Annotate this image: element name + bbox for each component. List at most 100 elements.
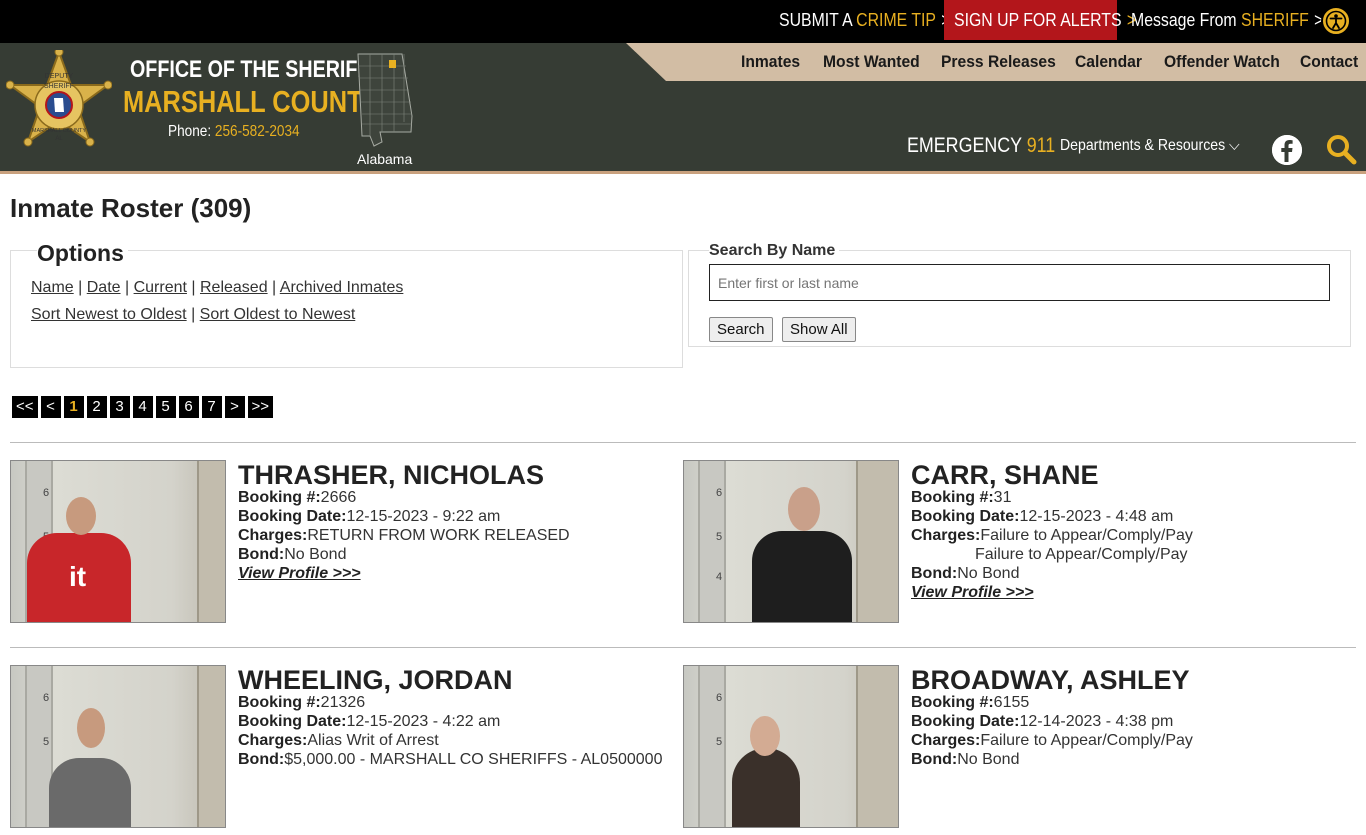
message-sheriff-link[interactable]: Message From SHERIFF >: [1131, 0, 1323, 40]
charges-continued: Failure to Appear/Comply/Pay: [975, 546, 1188, 563]
search-icon[interactable]: [1325, 133, 1357, 165]
ruler-mark: 6: [43, 692, 50, 704]
option-current[interactable]: Current: [134, 279, 187, 296]
inmate-photo[interactable]: 6 5: [683, 665, 899, 828]
separator: |: [267, 279, 280, 296]
inmate-card: 6 5 it THRASHER, NICHOLAS Booking #:2666…: [10, 460, 670, 630]
option-archived-inmates[interactable]: Archived Inmates: [280, 279, 404, 296]
page-link[interactable]: <<: [12, 396, 38, 418]
svg-text:DEPUTY: DEPUTY: [45, 73, 74, 80]
sign-up-alerts-link[interactable]: SIGN UP FOR ALERTS >: [954, 0, 1136, 40]
page-link[interactable]: 1: [63, 396, 84, 418]
header-phone[interactable]: Phone: 256-582-2034: [168, 123, 300, 141]
inmate-name: WHEELING, JORDAN: [238, 665, 513, 695]
nav-calendar[interactable]: Calendar: [1075, 52, 1142, 72]
inmate-card: 6 5 4 CARR, SHANE Booking #:31 Booking D…: [683, 460, 1343, 630]
inmate-card: 6 5 WHEELING, JORDAN Booking #:21326 Boo…: [10, 665, 670, 835]
departments-dropdown[interactable]: Departments & Resources ⌵: [1060, 137, 1240, 155]
nav-contact[interactable]: Contact: [1300, 52, 1358, 72]
header-divider: [0, 171, 1366, 174]
bond: Bond:No Bond: [911, 751, 1020, 768]
chevron-down-icon: ⌵: [1229, 137, 1240, 154]
divider: [10, 442, 1356, 443]
option-name[interactable]: Name: [31, 279, 74, 296]
emergency-911[interactable]: EMERGENCY 911: [907, 134, 1055, 158]
page-link[interactable]: 2: [86, 396, 107, 418]
ruler-mark: 4: [716, 571, 723, 583]
booking-date: Booking Date:12-15-2023 - 9:22 am: [238, 508, 501, 525]
ruler-mark: 6: [716, 487, 723, 499]
svg-text:SHERIFF: SHERIFF: [44, 83, 74, 90]
svg-text:AL: AL: [55, 136, 63, 142]
departments-label: Departments & Resources: [1060, 137, 1226, 154]
separator: |: [186, 306, 200, 323]
alabama-map-icon: [354, 52, 416, 150]
booking-date: Booking Date:12-15-2023 - 4:48 am: [911, 508, 1174, 525]
show-all-button[interactable]: Show All: [782, 317, 856, 342]
divider: [10, 647, 1356, 648]
search-legend: Search By Name: [709, 242, 840, 260]
inmate-name: BROADWAY, ASHLEY: [911, 665, 1190, 695]
inmate-name: CARR, SHANE: [911, 460, 1099, 490]
page-link[interactable]: 7: [201, 396, 222, 418]
facebook-icon[interactable]: [1272, 135, 1302, 165]
pagination: << <1 2 3 4 5 6 7 > >>: [12, 396, 274, 418]
accessibility-icon[interactable]: [1321, 6, 1351, 36]
booking-number: Booking #:2666: [238, 489, 357, 506]
nav-offender-watch[interactable]: Offender Watch: [1164, 52, 1280, 72]
state-label: Alabama: [357, 151, 413, 167]
bond: Bond:No Bond: [911, 565, 1020, 582]
phone-label: Phone:: [168, 123, 215, 140]
separator: |: [186, 279, 200, 296]
alerts-text: SIGN UP FOR ALERTS: [954, 10, 1122, 30]
charges: Charges:Alias Writ of Arrest: [238, 732, 439, 749]
options-legend: Options: [37, 240, 128, 267]
inmate-name: THRASHER, NICHOLAS: [238, 460, 545, 490]
inmate-photo[interactable]: 6 5 it: [10, 460, 226, 623]
message-highlight: SHERIFF: [1241, 10, 1309, 30]
inmate-photo[interactable]: 6 5 4: [683, 460, 899, 623]
option-released[interactable]: Released: [200, 279, 268, 296]
charges: Charges:RETURN FROM WORK RELEASED: [238, 527, 570, 544]
page-link[interactable]: 5: [155, 396, 176, 418]
crime-tip-highlight: CRIME TIP: [856, 10, 936, 30]
search-input[interactable]: [709, 264, 1330, 301]
separator: |: [120, 279, 134, 296]
sort-options-line: Name | Date | Current | Released | Archi…: [31, 279, 403, 297]
sheriff-badge-logo[interactable]: DEPUTY SHERIFF MARSHALL COUNTY AL: [5, 47, 113, 164]
ruler-mark: 6: [716, 692, 723, 704]
nav-most-wanted[interactable]: Most Wanted: [823, 52, 920, 72]
page-link[interactable]: >>: [247, 396, 274, 418]
booking-number: Booking #:21326: [238, 694, 366, 711]
booking-date: Booking Date:12-14-2023 - 4:38 pm: [911, 713, 1174, 730]
ruler-mark: 5: [716, 736, 723, 748]
ruler-mark: 6: [43, 487, 50, 499]
page-link[interactable]: 4: [132, 396, 153, 418]
inmate-photo[interactable]: 6 5: [10, 665, 226, 828]
crime-tip-text: SUBMIT A: [779, 10, 857, 30]
office-title: OFFICE OF THE SHERIFF: [130, 56, 370, 83]
emergency-number: 911: [1026, 134, 1056, 157]
view-profile-link[interactable]: View Profile >>>: [911, 584, 1034, 602]
page-title: Inmate Roster (309): [10, 193, 252, 223]
sort-newest-link[interactable]: Sort Newest to Oldest: [31, 306, 187, 323]
view-profile-link[interactable]: View Profile >>>: [238, 565, 361, 583]
bond: Bond:$5,000.00 - MARSHALL CO SHERIFFS - …: [238, 751, 663, 768]
page-link[interactable]: >: [224, 396, 245, 418]
nav-press-releases[interactable]: Press Releases: [941, 52, 1056, 72]
option-date[interactable]: Date: [87, 279, 121, 296]
ruler-mark: 5: [716, 531, 723, 543]
sort-oldest-link[interactable]: Sort Oldest to Newest: [200, 306, 356, 323]
ruler-mark: 5: [43, 736, 50, 748]
page-link[interactable]: 3: [109, 396, 130, 418]
charges: Charges:Failure to Appear/Comply/Pay: [911, 732, 1193, 749]
nav-inmates[interactable]: Inmates: [741, 52, 800, 72]
separator: |: [73, 279, 87, 296]
message-text: Message From: [1131, 10, 1242, 30]
booking-number: Booking #:31: [911, 489, 1012, 506]
page-link[interactable]: <: [40, 396, 61, 418]
emergency-label: EMERGENCY: [907, 134, 1027, 157]
search-button[interactable]: Search: [709, 317, 773, 342]
page-link[interactable]: 6: [178, 396, 199, 418]
submit-crime-tip-link[interactable]: SUBMIT A CRIME TIP>: [779, 0, 951, 40]
